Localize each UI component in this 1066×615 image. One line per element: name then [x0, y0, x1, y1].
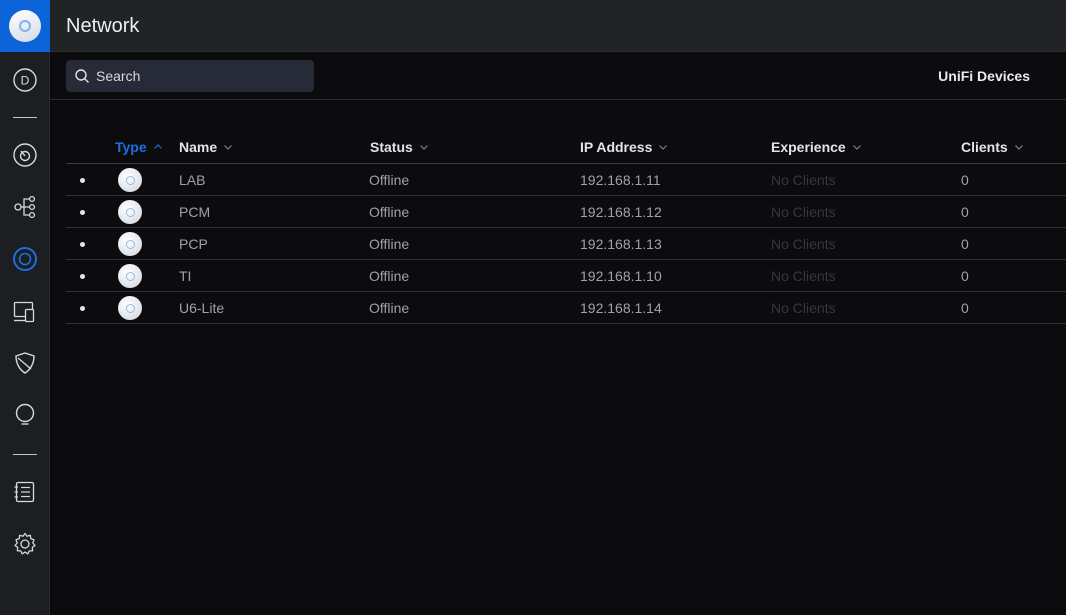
gauge-icon: [13, 143, 37, 167]
device-experience: No Clients: [771, 236, 836, 252]
device-experience: No Clients: [771, 204, 836, 220]
device-clients: 0: [961, 268, 969, 284]
table-header: Type Name Status IP Address Experience C…: [66, 132, 1066, 164]
sidebar-item-topology[interactable]: [12, 194, 38, 220]
device-experience: No Clients: [771, 268, 836, 284]
search-input[interactable]: [96, 68, 296, 84]
column-header-name[interactable]: Name: [179, 139, 233, 155]
sidebar-divider: [13, 117, 37, 118]
status-dot: [80, 210, 85, 215]
access-point-icon: [118, 232, 142, 256]
device-ip: 192.168.1.14: [580, 300, 662, 316]
svg-text:D: D: [21, 74, 30, 88]
status-dot: [80, 306, 85, 311]
device-name: TI: [179, 268, 192, 284]
header-divider: [50, 99, 1066, 100]
status-dot: [80, 274, 85, 279]
lightbulb-icon: [15, 403, 35, 425]
column-header-type[interactable]: Type: [115, 139, 163, 155]
devices-table: Type Name Status IP Address Experience C…: [66, 132, 1066, 324]
sidebar-item-insights[interactable]: [12, 402, 38, 428]
device-clients: 0: [961, 172, 969, 188]
app-window: D Network Search UniFi Devices Type Name…: [0, 0, 1066, 615]
sidebar-divider: [13, 454, 37, 455]
column-header-ip-address[interactable]: IP Address: [580, 139, 668, 155]
device-ip: 192.168.1.10: [580, 268, 662, 284]
column-label: Type: [115, 139, 147, 155]
sidebar-item-settings[interactable]: [12, 531, 38, 557]
unifi-logo-icon: [9, 10, 41, 42]
device-ip: 192.168.1.11: [580, 172, 661, 188]
table-row[interactable]: PCP Offline 192.168.1.13 No Clients 0: [66, 228, 1066, 260]
chevron-up-icon: [153, 144, 162, 149]
device-name: PCM: [179, 204, 211, 220]
device-name: PCP: [179, 236, 208, 252]
table-row[interactable]: TI Offline 192.168.1.10 No Clients 0: [66, 260, 1066, 292]
access-point-icon: [118, 168, 142, 192]
unifi-logo-button[interactable]: [0, 0, 50, 52]
page-title: Network: [66, 15, 140, 37]
column-label: Name: [179, 139, 218, 155]
search-icon: [75, 69, 89, 83]
device-status: Offline: [369, 172, 410, 188]
column-label: Clients: [961, 139, 1008, 155]
device-name: LAB: [179, 172, 206, 188]
device-status: Offline: [369, 268, 410, 284]
sidebar-item-statistics[interactable]: [12, 142, 38, 168]
access-point-icon: [118, 264, 142, 288]
chevron-down-icon: [659, 145, 668, 150]
section-label: UniFi Devices: [938, 68, 1030, 84]
table-row[interactable]: LAB Offline 192.168.1.11 No Clients 0: [66, 164, 1066, 196]
chevron-down-icon: [224, 145, 233, 150]
column-label: Status: [370, 139, 413, 155]
search-box[interactable]: [66, 60, 314, 92]
chevron-down-icon: [419, 145, 428, 150]
device-status: Offline: [369, 300, 410, 316]
unifi-device-icon: [13, 247, 37, 271]
table-row[interactable]: U6-Lite Offline 192.168.1.14 No Clients …: [66, 292, 1066, 324]
column-label: Experience: [771, 139, 846, 155]
status-dot: [80, 242, 85, 247]
sidebar-item-clients[interactable]: [12, 299, 38, 325]
top-bar: Network: [50, 0, 1066, 52]
device-ip: 192.168.1.13: [580, 236, 662, 252]
sidebar-item-devices[interactable]: [12, 246, 38, 272]
status-dot: [80, 178, 85, 183]
device-experience: No Clients: [771, 300, 836, 316]
device-status: Offline: [369, 204, 410, 220]
device-name: U6-Lite: [179, 300, 225, 316]
sidebar-item-dashboard[interactable]: D: [12, 67, 38, 93]
device-status: Offline: [369, 236, 410, 252]
access-point-icon: [118, 296, 142, 320]
device-clients: 0: [961, 204, 969, 220]
sidebar-item-system-log[interactable]: [12, 479, 38, 505]
chevron-down-icon: [1014, 145, 1023, 150]
clients-icon: [13, 301, 35, 323]
access-point-icon: [118, 200, 142, 224]
topology-icon: [14, 195, 36, 219]
column-header-experience[interactable]: Experience: [771, 139, 862, 155]
device-clients: 0: [961, 300, 969, 316]
device-experience: No Clients: [771, 172, 836, 188]
log-icon: [14, 481, 35, 503]
d-circle-icon: D: [13, 68, 37, 92]
column-header-status[interactable]: Status: [370, 139, 429, 155]
gear-icon: [14, 532, 36, 555]
sidebar-item-security[interactable]: [12, 350, 38, 376]
column-label: IP Address: [580, 139, 653, 155]
table-row[interactable]: PCM Offline 192.168.1.12 No Clients 0: [66, 196, 1066, 228]
column-header-clients[interactable]: Clients: [961, 139, 1024, 155]
shield-icon: [15, 352, 35, 374]
device-ip: 192.168.1.12: [580, 204, 662, 220]
chevron-down-icon: [852, 145, 861, 150]
sidebar: D: [0, 0, 50, 615]
device-clients: 0: [961, 236, 969, 252]
